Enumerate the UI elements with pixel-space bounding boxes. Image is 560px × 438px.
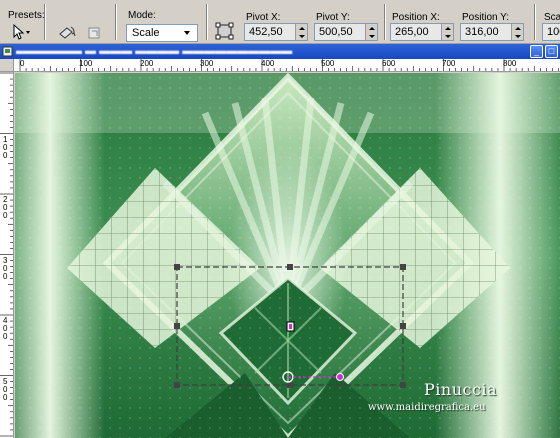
position-x-field[interactable]: 265,00 [390, 23, 454, 41]
ruler-left-label: 1 0 0 [3, 135, 8, 160]
ruler-left-label: 2 0 0 [3, 195, 8, 220]
pivot-x-value: 452,50 [249, 26, 283, 38]
toolbar-separator [384, 4, 386, 40]
ruler-corner [0, 59, 14, 72]
toolbar-separator [206, 4, 208, 40]
window-controls: _ □ [530, 45, 558, 58]
ruler-top-label: 100 [79, 59, 93, 68]
handle-bottom-middle [287, 382, 293, 388]
toolbar-separator [44, 4, 46, 40]
toolbar-separator [534, 4, 536, 40]
handle-top-right [400, 264, 406, 270]
handle-top-middle [287, 264, 293, 270]
ruler-top-label: 800 [503, 59, 517, 68]
pick-tool-icon [13, 23, 30, 40]
pivot-y-spinner[interactable] [365, 24, 377, 40]
ruler-vertical: 1 0 0 2 0 0 3 0 0 4 0 0 5 0 0 [0, 72, 14, 438]
deform-frame-icon [215, 22, 234, 40]
document-titlebar[interactable]: ▬▬▬▬▬▬ ▬ ▬▬▬ ▬▬▬▬ ▬▬▬▬▬▬▬▬▬▬ _ □ [0, 44, 560, 59]
layer-rotate-icon [88, 27, 100, 39]
position-x-value: 265,00 [395, 26, 429, 38]
handle-bottom-left [174, 382, 180, 388]
handle-bottom-right [400, 382, 406, 388]
mode-select[interactable]: Scale [126, 24, 198, 42]
scale-label: Scal [544, 12, 560, 23]
chevron-down-icon [184, 31, 190, 35]
pivot-y-value: 500,50 [319, 26, 353, 38]
position-x-label: Position X: [392, 12, 440, 23]
ruler-top-label: 0 [20, 59, 25, 68]
perspective-button[interactable] [214, 20, 236, 42]
ruler-left-label: 5 0 0 [3, 377, 8, 402]
ruler-top-label: 400 [261, 59, 275, 68]
minimize-button[interactable]: _ [530, 45, 543, 58]
rotate-object-icon [59, 26, 76, 39]
maximize-icon: □ [548, 46, 555, 56]
position-x-spinner[interactable] [441, 24, 453, 40]
presets-dropdown-button[interactable] [10, 21, 32, 43]
pivot-handle [336, 373, 344, 381]
ruler-top-label: 600 [382, 59, 396, 68]
pivot-x-label: Pivot X: [246, 12, 281, 23]
mode-label: Mode: [128, 10, 156, 21]
layer-align-button[interactable] [84, 22, 106, 44]
ruler-horizontal: 0 100 200 300 400 500 600 700 800 [14, 59, 560, 72]
handle-middle-right [400, 323, 406, 329]
ruler-left-label: 3 0 0 [3, 256, 8, 281]
toolbar-separator [115, 4, 117, 40]
handle-top-left [174, 264, 180, 270]
position-y-value: 316,00 [465, 26, 499, 38]
ruler-top-label: 500 [321, 59, 335, 68]
document-title-blurred: ▬▬▬▬▬▬ ▬ ▬▬▬ ▬▬▬▬ ▬▬▬▬▬▬▬▬▬▬ [16, 45, 293, 57]
scale-value: 100 [547, 26, 560, 38]
scale-to-image-button[interactable] [56, 22, 78, 44]
minimize-icon: _ [533, 46, 539, 56]
maximize-button[interactable]: □ [545, 45, 558, 58]
scale-field[interactable]: 100 [542, 23, 560, 41]
position-y-label: Position Y: [462, 12, 510, 23]
watermark-url: www.maidiregrafica.eu [368, 402, 486, 413]
position-y-field[interactable]: 316,00 [460, 23, 524, 41]
ruler-top-label: 200 [140, 59, 154, 68]
mode-value: Scale [132, 27, 160, 39]
tool-options-bar: Presets: Mode: Scale Pivot X: 452,50 Piv… [0, 0, 560, 44]
presets-label: Presets: [8, 10, 45, 21]
position-y-spinner[interactable] [511, 24, 523, 40]
ruler-top-label: 300 [200, 59, 214, 68]
ruler-top-label: 700 [442, 59, 456, 68]
watermark-name: Pinuccia [424, 380, 498, 399]
pivot-x-spinner[interactable] [295, 24, 307, 40]
handle-middle-left [174, 323, 180, 329]
pivot-x-field[interactable]: 452,50 [244, 23, 308, 41]
pivot-y-field[interactable]: 500,50 [314, 23, 378, 41]
ruler-left-label: 4 0 0 [3, 316, 8, 341]
pivot-y-label: Pivot Y: [316, 12, 350, 23]
document-icon [2, 46, 13, 57]
